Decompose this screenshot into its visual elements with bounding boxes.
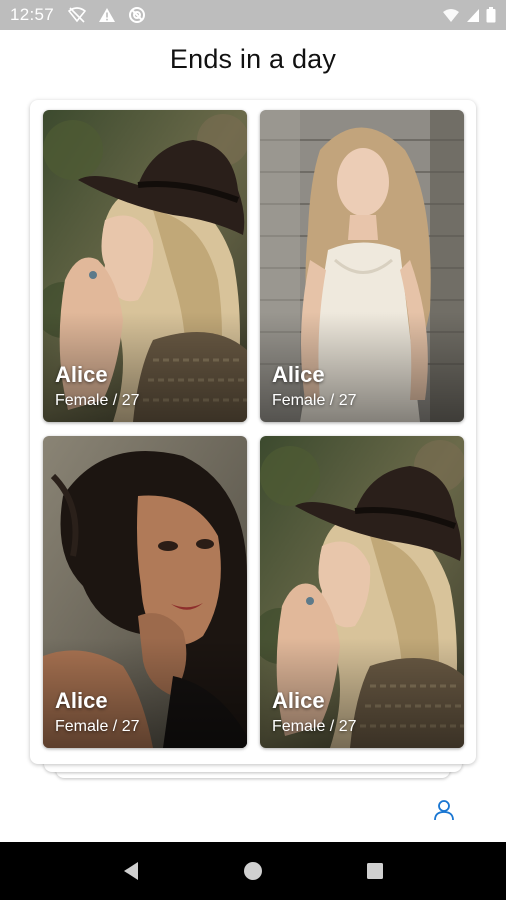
profile-tile-1[interactable]: Alice Female / 27: [43, 110, 247, 422]
profile-name: Alice: [55, 688, 108, 713]
profile-info: Female / 27: [55, 392, 140, 409]
status-time: 12:57: [10, 5, 55, 24]
warning-icon: [98, 7, 116, 23]
page-title: Ends in a day: [169, 44, 337, 74]
recents-icon: [367, 863, 383, 879]
back-button[interactable]: [111, 851, 151, 891]
navigation-bar: [0, 842, 506, 900]
profile-name: Alice: [272, 362, 325, 387]
profile-button[interactable]: [428, 794, 460, 826]
wifi-off-icon: [68, 7, 87, 23]
profile-info: Female / 27: [55, 718, 140, 735]
profile-info: Female / 27: [272, 392, 357, 409]
profile-card-grid[interactable]: Alice Female / 27 Alice Female / 27 Alic…: [30, 100, 476, 764]
profile-tile-4[interactable]: Alice Female / 27: [260, 436, 464, 748]
home-button[interactable]: [233, 851, 273, 891]
profile-name: Alice: [55, 362, 108, 387]
back-icon: [124, 862, 138, 880]
profile-tile-2[interactable]: Alice Female / 27: [260, 110, 464, 422]
do-not-disturb-icon: [128, 6, 146, 24]
wifi-icon: [442, 8, 460, 23]
battery-icon: [486, 7, 496, 23]
status-bar: 12:57: [0, 0, 506, 30]
recents-button[interactable]: [355, 851, 395, 891]
person-icon: [434, 800, 454, 821]
profile-info: Female / 27: [272, 718, 357, 735]
profile-tile-3[interactable]: Alice Female / 27: [43, 436, 247, 748]
signal-icon: [466, 8, 480, 23]
profile-name: Alice: [272, 688, 325, 713]
home-icon: [244, 862, 262, 880]
